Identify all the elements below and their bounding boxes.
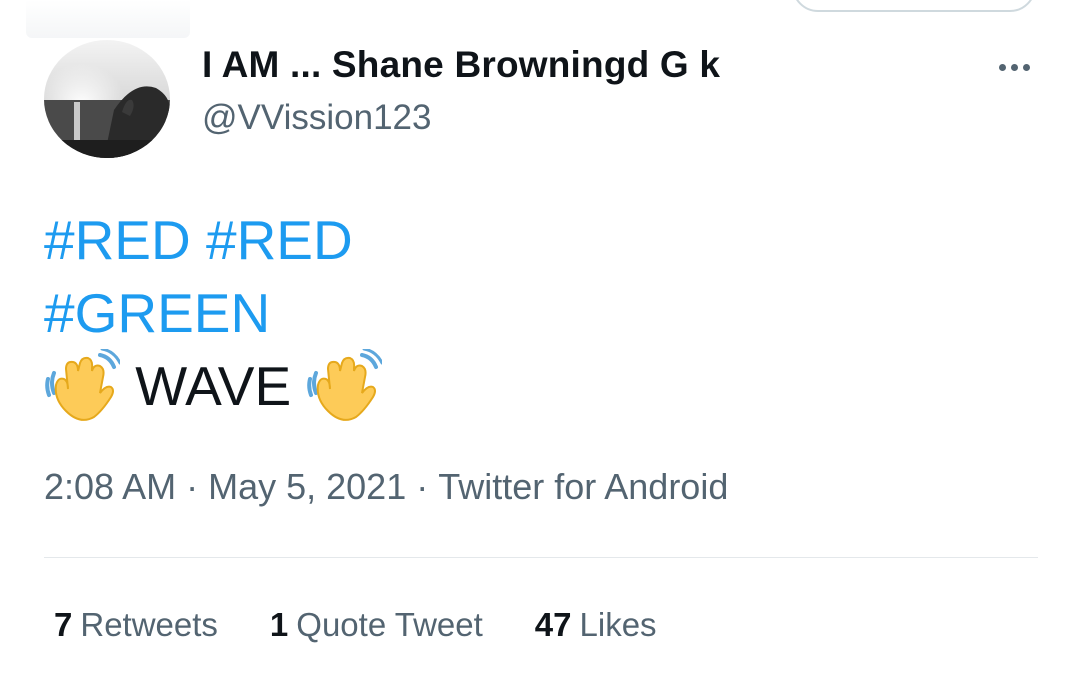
tweet-source[interactable]: Twitter for Android: [438, 466, 728, 507]
engagement-stats: 7 Retweets 1 Quote Tweet 47 Likes: [54, 606, 709, 644]
likes-count: 47: [534, 606, 572, 643]
author-display-name[interactable]: I AM ... Shane Browningd G k: [202, 44, 720, 86]
retweets-label: Retweets: [80, 606, 218, 643]
quote-tweets-count: 1: [269, 606, 289, 643]
retweets-count: 7: [54, 606, 73, 643]
avatar[interactable]: [44, 40, 170, 158]
quote-tweets-label: Quote Tweet: [296, 606, 483, 643]
tweet-line-1: #RED #RED: [44, 204, 382, 277]
following-button[interactable]: [792, 0, 1036, 12]
tweet-line-2: #GREEN: [44, 277, 382, 350]
quote-tweets-stat[interactable]: 1 Quote Tweet: [270, 606, 483, 644]
author-handle[interactable]: @VVission123: [202, 98, 431, 138]
hashtag-link[interactable]: #GREEN: [44, 277, 270, 350]
likes-stat[interactable]: 47 Likes: [535, 606, 657, 644]
tweet-time[interactable]: 2:08 AM: [44, 466, 176, 507]
likes-label: Likes: [579, 606, 657, 643]
dot: [998, 63, 1006, 71]
retweets-stat[interactable]: 7 Retweets: [54, 606, 218, 644]
scroll-fade: [26, 0, 190, 38]
separator: ·: [416, 466, 429, 507]
tweet-plain-text: WAVE: [135, 355, 292, 417]
hashtag-link[interactable]: #RED: [206, 204, 353, 277]
dot: [1010, 63, 1018, 71]
avatar-photo: [44, 40, 170, 158]
waving-hand-icon: [44, 347, 122, 425]
tweet-metadata: 2:08 AM · May 5, 2021 · Twitter for Android: [44, 466, 728, 508]
tweet-line-3: WAVE: [44, 347, 384, 425]
separator: ·: [186, 466, 199, 507]
tweet-date[interactable]: May 5, 2021: [208, 466, 406, 507]
tweet-text: #RED #RED #GREEN WAVE: [44, 204, 384, 425]
waving-hand-icon: [306, 347, 384, 425]
more-dots-icon[interactable]: [990, 54, 1038, 80]
divider: [44, 557, 1038, 558]
dot: [1022, 63, 1030, 71]
hashtag-link[interactable]: #RED: [44, 204, 191, 277]
